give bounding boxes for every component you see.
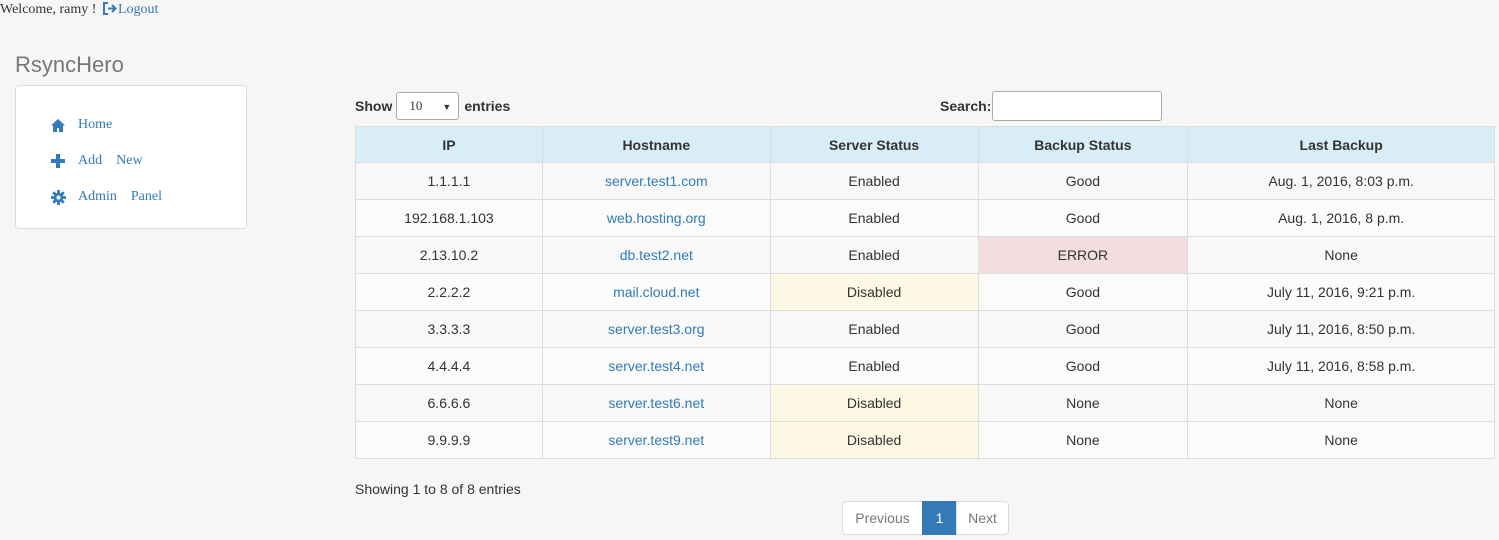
hostname-link[interactable]: mail.cloud.net bbox=[613, 284, 699, 300]
cell-hostname: mail.cloud.net bbox=[541, 273, 771, 311]
cell-server-status: Enabled bbox=[769, 162, 979, 200]
sidebar-item-label: Add bbox=[78, 153, 103, 168]
column-header-backup-status[interactable]: Backup Status bbox=[977, 126, 1189, 163]
cell-ip: 4.4.4.4 bbox=[355, 347, 543, 385]
sidebar-item-admin-panel[interactable]: Admin Panel bbox=[50, 187, 162, 207]
column-header-last-backup[interactable]: Last Backup bbox=[1187, 126, 1495, 163]
hostname-link[interactable]: server.test1.com bbox=[605, 173, 708, 189]
next-page-button[interactable]: Next bbox=[956, 501, 1009, 535]
table-row: 2.13.10.2 db.test2.net Enabled ERROR Non… bbox=[355, 236, 1495, 274]
top-bar: Welcome, ramy ! Logout bbox=[0, 2, 158, 20]
cell-hostname: server.test3.org bbox=[541, 310, 771, 348]
cell-last-backup: July 11, 2016, 9:21 p.m. bbox=[1187, 273, 1495, 311]
table-row: 3.3.3.3 server.test3.org Enabled Good Ju… bbox=[355, 310, 1495, 348]
search-control: Search: bbox=[940, 91, 1163, 121]
chevron-down-icon: ▼ bbox=[442, 102, 452, 112]
cell-ip: 2.13.10.2 bbox=[355, 236, 543, 274]
hostname-link[interactable]: server.test9.net bbox=[608, 432, 704, 448]
cell-ip: 9.9.9.9 bbox=[355, 421, 543, 459]
logout-icon bbox=[102, 2, 118, 20]
cell-server-status: Disabled bbox=[769, 421, 979, 459]
search-label: Search: bbox=[940, 98, 992, 114]
cell-backup-status: ERROR bbox=[977, 236, 1189, 274]
sidebar-item-label: New bbox=[116, 153, 143, 168]
search-input[interactable] bbox=[992, 91, 1163, 121]
home-icon bbox=[50, 117, 66, 133]
cell-hostname: server.test9.net bbox=[541, 421, 771, 459]
cell-hostname: db.test2.net bbox=[541, 236, 771, 274]
cell-last-backup: July 11, 2016, 8:50 p.m. bbox=[1187, 310, 1495, 348]
cell-backup-status: Good bbox=[977, 199, 1189, 237]
plus-icon bbox=[50, 153, 66, 169]
column-header-hostname[interactable]: Hostname bbox=[541, 126, 771, 163]
gear-icon bbox=[50, 189, 66, 205]
servers-table: IP Hostname Server Status Backup Status … bbox=[355, 126, 1495, 459]
cell-ip: 2.2.2.2 bbox=[355, 273, 543, 311]
cell-server-status: Enabled bbox=[769, 310, 979, 348]
sidebar-item-label: Home bbox=[78, 117, 113, 132]
table-row: 4.4.4.4 server.test4.net Enabled Good Ju… bbox=[355, 347, 1495, 385]
hostname-link[interactable]: db.test2.net bbox=[620, 247, 693, 263]
cell-hostname: server.test1.com bbox=[541, 162, 771, 200]
page-size-value: 10 bbox=[409, 98, 423, 113]
cell-backup-status: Good bbox=[977, 310, 1189, 348]
cell-hostname: server.test6.net bbox=[541, 384, 771, 422]
brand-title: RsyncHero bbox=[15, 52, 124, 77]
cell-backup-status: Good bbox=[977, 162, 1189, 200]
cell-hostname: server.test4.net bbox=[541, 347, 771, 385]
logout-label: Logout bbox=[117, 2, 159, 17]
hostname-link[interactable]: web.hosting.org bbox=[607, 210, 706, 226]
table-header-row: IP Hostname Server Status Backup Status … bbox=[355, 126, 1495, 163]
cell-backup-status: None bbox=[977, 384, 1189, 422]
page-length-control: Show 10 ▼ entries bbox=[355, 91, 510, 121]
cell-ip: 1.1.1.1 bbox=[355, 162, 543, 200]
hostname-link[interactable]: server.test6.net bbox=[608, 395, 704, 411]
table-row: 1.1.1.1 server.test1.com Enabled Good Au… bbox=[355, 162, 1495, 200]
cell-last-backup: None bbox=[1187, 236, 1495, 274]
table-row: 9.9.9.9 server.test9.net Disabled None N… bbox=[355, 421, 1495, 459]
show-label: Show bbox=[355, 98, 393, 114]
cell-last-backup: None bbox=[1187, 421, 1495, 459]
cell-last-backup: None bbox=[1187, 384, 1495, 422]
table-row: 192.168.1.103 web.hosting.org Enabled Go… bbox=[355, 199, 1495, 237]
cell-server-status: Enabled bbox=[769, 199, 979, 237]
cell-server-status: Disabled bbox=[769, 273, 979, 311]
pagination: Previous 1 Next bbox=[842, 501, 1009, 535]
entries-label: entries bbox=[464, 98, 511, 114]
previous-page-button[interactable]: Previous bbox=[842, 501, 923, 535]
column-header-server-status[interactable]: Server Status bbox=[769, 126, 979, 163]
cell-backup-status: Good bbox=[977, 273, 1189, 311]
cell-backup-status: None bbox=[977, 421, 1189, 459]
sidebar-item-label: Admin bbox=[78, 189, 117, 204]
cell-ip: 6.6.6.6 bbox=[355, 384, 543, 422]
sidebar-item-label: Panel bbox=[130, 189, 162, 204]
cell-hostname: web.hosting.org bbox=[541, 199, 771, 237]
cell-ip: 192.168.1.103 bbox=[355, 199, 543, 237]
sidebar-item-add-new[interactable]: Add New bbox=[50, 151, 143, 171]
table-info: Showing 1 to 8 of 8 entries bbox=[355, 481, 521, 497]
table-row: 2.2.2.2 mail.cloud.net Disabled Good Jul… bbox=[355, 273, 1495, 311]
column-header-ip[interactable]: IP bbox=[355, 126, 543, 163]
page-button-current[interactable]: 1 bbox=[922, 501, 957, 535]
sidebar-item-home[interactable]: Home bbox=[50, 115, 112, 135]
cell-last-backup: Aug. 1, 2016, 8:03 p.m. bbox=[1187, 162, 1495, 200]
cell-server-status: Disabled bbox=[769, 384, 979, 422]
hostname-link[interactable]: server.test3.org bbox=[608, 321, 705, 337]
table-row: 6.6.6.6 server.test6.net Disabled None N… bbox=[355, 384, 1495, 422]
cell-last-backup: Aug. 1, 2016, 8 p.m. bbox=[1187, 199, 1495, 237]
hostname-link[interactable]: server.test4.net bbox=[608, 358, 704, 374]
page-size-select[interactable]: 10 ▼ bbox=[396, 92, 460, 120]
cell-server-status: Enabled bbox=[769, 236, 979, 274]
sidebar: Home Add New Admin Panel bbox=[15, 85, 247, 229]
cell-last-backup: July 11, 2016, 8:58 p.m. bbox=[1187, 347, 1495, 385]
logout-link[interactable]: Logout bbox=[100, 2, 158, 17]
cell-ip: 3.3.3.3 bbox=[355, 310, 543, 348]
welcome-text: Welcome, ramy ! bbox=[0, 2, 97, 17]
cell-backup-status: Good bbox=[977, 347, 1189, 385]
cell-server-status: Enabled bbox=[769, 347, 979, 385]
